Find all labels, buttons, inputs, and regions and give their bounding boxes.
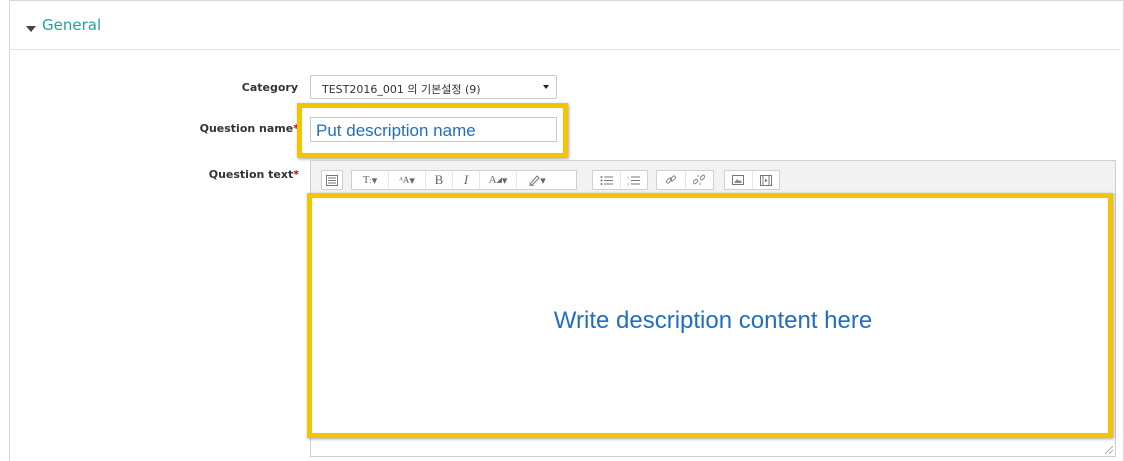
required-mark: * <box>293 168 299 181</box>
media-icon[interactable] <box>753 171 780 189</box>
section-title[interactable]: General <box>42 16 101 34</box>
question-text-label-text: Question text <box>208 168 294 181</box>
toolbar-group-media <box>724 170 780 190</box>
toolbar-group-links <box>656 170 714 190</box>
image-icon[interactable] <box>725 171 753 189</box>
question-text-label: Question text* <box>209 168 299 181</box>
category-select-value: TEST2016_001 의 기본설정 (9) <box>322 83 481 96</box>
question-name-label-text: Question name <box>199 122 294 135</box>
background-color-icon[interactable]: ▾ <box>517 171 557 189</box>
font-color-icon[interactable]: A ◢ ▾ <box>480 171 517 189</box>
unlink-icon[interactable] <box>686 171 714 189</box>
toolbar-group-toggle <box>321 170 343 190</box>
paragraph-style-icon[interactable]: T: ▾ <box>352 171 389 189</box>
toolbar-group-lists: 13 <box>592 170 648 190</box>
font-size-icon[interactable]: ᴬA ▾ <box>389 171 426 189</box>
bold-icon[interactable]: B <box>426 171 453 189</box>
svg-text:3: 3 <box>627 182 629 186</box>
highlight-box-question-name <box>297 103 568 158</box>
toolbar-toggle-icon[interactable] <box>322 171 342 189</box>
link-icon[interactable] <box>657 171 686 189</box>
italic-icon[interactable]: I <box>453 171 480 189</box>
collapse-caret-icon[interactable] <box>26 26 36 32</box>
category-label: Category <box>241 81 298 94</box>
section-header-general[interactable]: General <box>10 7 1120 50</box>
unordered-list-icon[interactable] <box>593 171 621 189</box>
highlight-box-question-text <box>307 193 1113 438</box>
svg-text:1: 1 <box>627 175 629 180</box>
ordered-list-icon[interactable]: 13 <box>621 171 648 189</box>
category-select[interactable]: TEST2016_001 의 기본설정 (9) <box>310 75 557 99</box>
dropdown-arrow-icon <box>543 85 549 89</box>
toolbar-group-format: T: ▾ ᴬA ▾ B I A ◢ ▾ ▾ <box>351 170 577 190</box>
resize-handle-icon[interactable] <box>1105 446 1113 454</box>
question-name-label: Question name* <box>200 122 299 135</box>
